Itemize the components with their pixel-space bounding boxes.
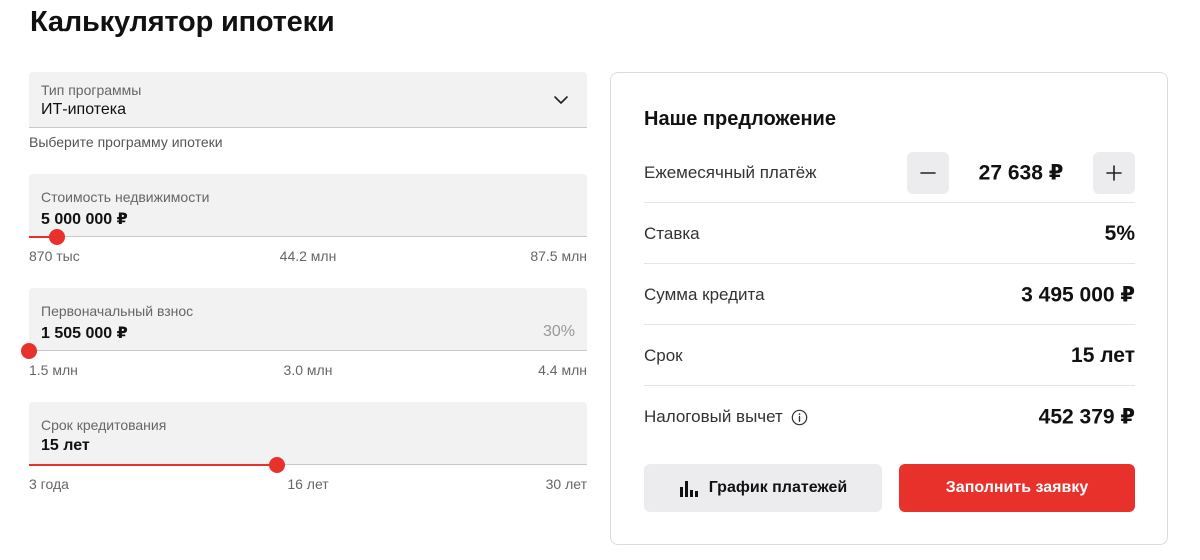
down-payment-field[interactable]: Первоначальный взнос 1 505 000 ₽ 30% — [29, 288, 587, 351]
offer-title: Наше предложение — [644, 108, 836, 130]
tax-deduction-label-group: Налоговый вычет — [644, 407, 808, 427]
page-title: Калькулятор ипотеки — [30, 6, 335, 38]
loan-term-slider-fill — [29, 464, 278, 466]
loan-term-scale-min: 3 года — [29, 476, 69, 492]
tax-deduction-row: Налоговый вычет 452 379 ₽ — [644, 387, 1135, 447]
loan-amount-row: Сумма кредита 3 495 000 ₽ — [644, 265, 1135, 325]
property-price-value[interactable]: 5 000 000 ₽ — [41, 209, 128, 229]
bar-chart-icon — [679, 481, 698, 497]
monthly-payment-label: Ежемесячный платёж — [644, 162, 817, 182]
rate-row: Ставка 5% — [644, 204, 1135, 264]
minus-icon — [920, 171, 936, 174]
info-icon[interactable] — [791, 409, 808, 426]
plus-icon — [1106, 164, 1122, 181]
loan-term-field[interactable]: Срок кредитования 15 лет — [29, 402, 587, 465]
down-payment-scale-mid: 3.0 млн — [283, 362, 333, 378]
down-payment-label: Первоначальный взнос — [41, 303, 194, 319]
monthly-payment-stepper: 27 638 ₽ — [907, 151, 1135, 194]
loan-term-label: Срок кредитования — [41, 417, 167, 433]
chevron-down-icon[interactable] — [553, 92, 569, 108]
rate-label: Ставка — [644, 223, 700, 243]
apply-button-label: Заполнить заявку — [945, 479, 1089, 496]
property-price-scale-max: 87.5 млн — [530, 248, 587, 264]
program-select-value: ИТ-ипотека — [41, 101, 127, 118]
loan-term-scale-max: 30 лет — [545, 476, 587, 492]
down-payment-slider[interactable] — [21, 343, 587, 359]
loan-term-value[interactable]: 15 лет — [41, 437, 90, 455]
decrease-payment-button[interactable] — [907, 151, 949, 194]
program-select-label: Тип программы — [41, 82, 142, 98]
loan-term-scale: 3 года 16 лет 30 лет — [29, 476, 587, 494]
property-price-scale-mid: 44.2 млн — [279, 248, 337, 264]
tax-deduction-value: 452 379 ₽ — [1038, 405, 1135, 429]
down-payment-scale: 1.5 млн 3.0 млн 4.4 млн — [29, 362, 587, 380]
payment-schedule-button-label: График платежей — [708, 479, 848, 496]
rate-value: 5% — [1104, 221, 1135, 245]
loan-amount-value: 3 495 000 ₽ — [1021, 283, 1135, 306]
increase-payment-button[interactable] — [1093, 151, 1135, 194]
down-payment-scale-max: 4.4 млн — [538, 362, 587, 378]
property-price-scale: 870 тыс 44.2 млн 87.5 млн — [29, 248, 587, 266]
apply-button[interactable]: Заполнить заявку — [899, 464, 1135, 512]
payment-schedule-button[interactable]: График платежей — [644, 464, 882, 512]
loan-term-scale-mid: 16 лет — [287, 476, 329, 492]
property-price-slider[interactable] — [29, 229, 587, 245]
property-price-slider-thumb[interactable] — [48, 229, 65, 245]
loan-term-slider[interactable] — [29, 457, 587, 473]
program-select[interactable]: Тип программы ИТ-ипотека — [29, 72, 587, 128]
term-row: Срок 15 лет — [644, 326, 1135, 386]
down-payment-percent: 30% — [542, 323, 575, 340]
loan-term-slider-thumb[interactable] — [269, 457, 286, 473]
tax-deduction-label: Налоговый вычет — [644, 407, 783, 426]
property-price-field[interactable]: Стоимость недвижимости 5 000 000 ₽ — [29, 174, 587, 237]
property-price-scale-min: 870 тыс — [29, 248, 80, 264]
offer-card: Наше предложение Ежемесячный платёж 27 6… — [610, 72, 1168, 545]
loan-amount-label: Сумма кредита — [644, 284, 765, 304]
term-label: Срок — [644, 345, 683, 365]
program-helper-text: Выберите программу ипотеки — [29, 134, 223, 150]
property-price-label: Стоимость недвижимости — [41, 189, 210, 205]
monthly-payment-value: 27 638 ₽ — [978, 161, 1064, 184]
down-payment-value[interactable]: 1 505 000 ₽ — [41, 323, 128, 343]
term-value: 15 лет — [1071, 343, 1135, 367]
down-payment-slider-thumb[interactable] — [21, 343, 37, 359]
monthly-payment-row: Ежемесячный платёж 27 638 ₽ — [644, 143, 1135, 203]
down-payment-scale-min: 1.5 млн — [29, 362, 78, 378]
